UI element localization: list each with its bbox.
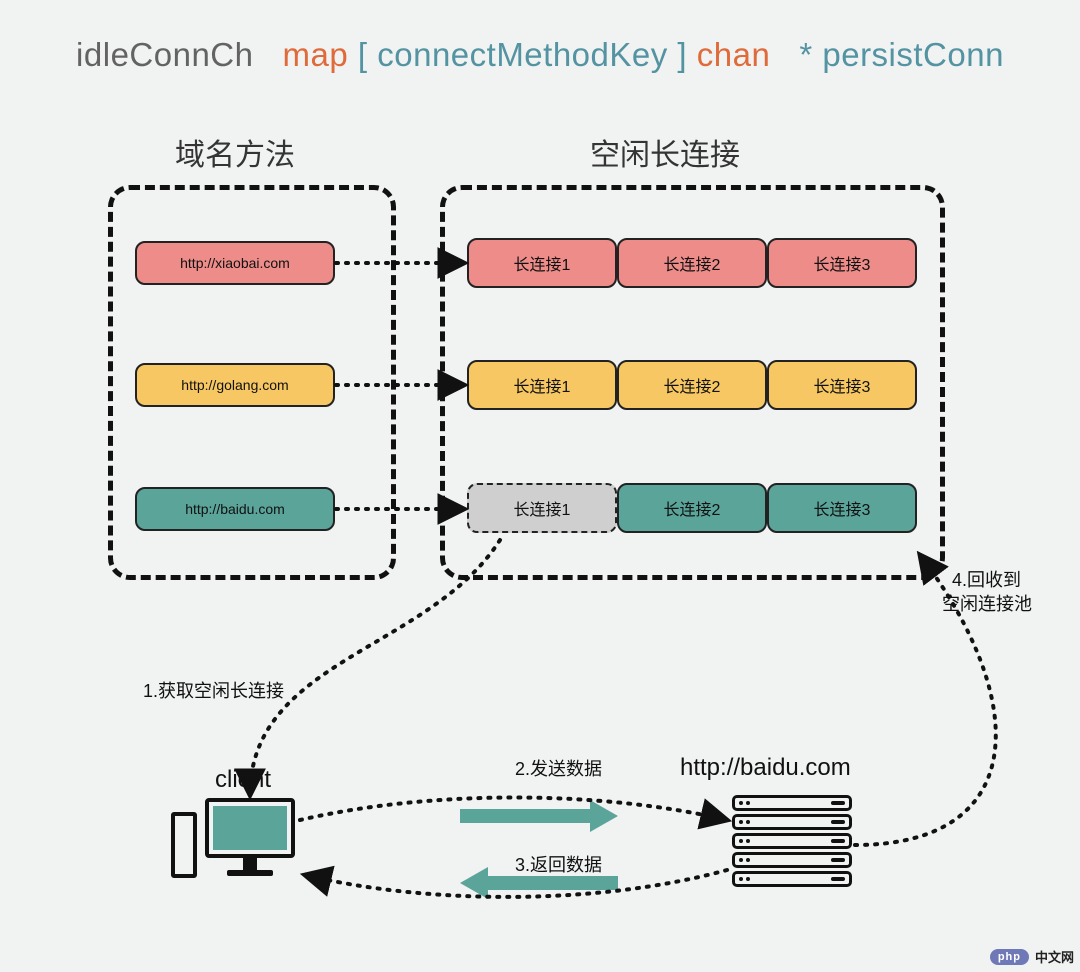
conn-cell-label: 长连接1 — [514, 496, 571, 520]
step-3-label: 3.返回数据 — [515, 851, 602, 877]
title-rbracket: ] — [677, 36, 687, 73]
conn-cell: 长连接1 — [467, 360, 617, 410]
client-computer-icon — [205, 798, 295, 876]
client-label: client — [215, 766, 271, 794]
conn-cell-label: 长连接3 — [814, 251, 871, 275]
server-label: http://baidu.com — [680, 754, 851, 782]
step-1-label: 1.获取空闲长连接 — [143, 677, 284, 703]
conn-cell: 长连接3 — [767, 238, 917, 288]
map-key-label: http://golang.com — [181, 377, 288, 393]
conn-cell: 长连接3 — [767, 483, 917, 533]
map-key-label: http://xiaobai.com — [180, 255, 290, 271]
conn-cell-label: 长连接3 — [814, 496, 871, 520]
conn-cell-released: 长连接1 — [467, 483, 617, 533]
conn-cell: 长连接3 — [767, 360, 917, 410]
conn-cell-label: 长连接2 — [664, 251, 721, 275]
map-key-golang: http://golang.com — [135, 363, 335, 407]
title-keytype: connectMethodKey — [377, 36, 668, 73]
map-key-baidu: http://baidu.com — [135, 487, 335, 531]
watermark-text: 中文网 — [1035, 947, 1074, 966]
conn-cell-label: 长连接2 — [664, 496, 721, 520]
watermark-badge: php — [990, 949, 1029, 965]
step-4-label-b: 空闲连接池 — [942, 590, 1032, 616]
server-rack-icon — [732, 795, 852, 890]
conn-cell: 长连接1 — [467, 238, 617, 288]
conn-cell-label: 长连接1 — [514, 373, 571, 397]
title-star: * — [799, 36, 812, 73]
map-key-label: http://baidu.com — [185, 501, 285, 517]
title-lbracket: [ — [358, 36, 368, 73]
title-valtype: persistConn — [822, 36, 1004, 73]
step-2-label: 2.发送数据 — [515, 755, 602, 781]
map-key-xiaobai: http://xiaobai.com — [135, 241, 335, 285]
watermark: php 中文网 — [990, 947, 1074, 966]
title-map: map — [283, 36, 349, 73]
section-label-pool: 空闲长连接 — [590, 130, 740, 174]
step-4-label-a: 4.回收到 — [952, 566, 1021, 592]
conn-cell: 长连接2 — [617, 483, 767, 533]
title-chan: chan — [697, 36, 771, 73]
title-ident: idleConnCh — [76, 36, 253, 73]
conn-cell-label: 长连接1 — [514, 251, 571, 275]
type-signature-title: idleConnCh map [ connectMethodKey ] chan… — [0, 36, 1080, 74]
conn-cell-label: 长连接3 — [814, 373, 871, 397]
conn-cell: 长连接2 — [617, 238, 767, 288]
conn-cell-label: 长连接2 — [664, 373, 721, 397]
section-label-keys: 域名方法 — [175, 130, 295, 174]
conn-cell: 长连接2 — [617, 360, 767, 410]
